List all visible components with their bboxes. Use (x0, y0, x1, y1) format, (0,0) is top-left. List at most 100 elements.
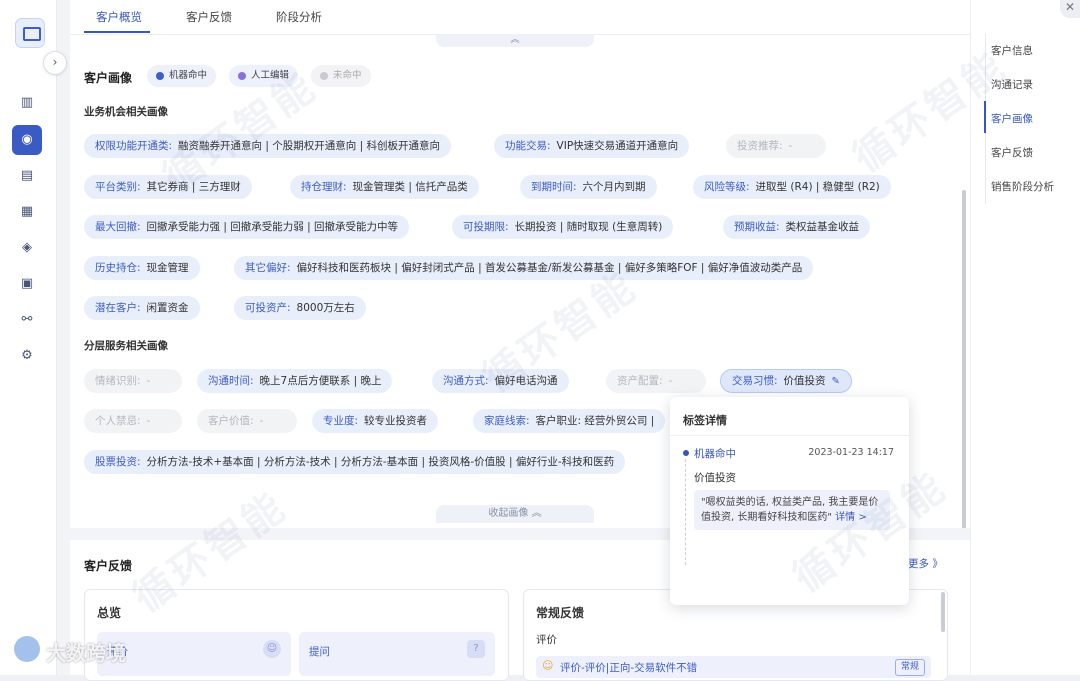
overview-review[interactable]: 评价 ☺ (97, 632, 291, 676)
tag-contact-method[interactable]: 沟通方式: 偏好电话沟通 (432, 369, 569, 393)
tag-stock-investment[interactable]: 股票投资: 分析方法-技术+基本面 | 分析方法-技术 | 分析方法-基本面 | … (84, 450, 626, 474)
question-icon: ? (467, 640, 485, 658)
anchor-customer-info[interactable]: 客户信息 (991, 43, 1033, 58)
layers-icon[interactable]: ◈ (12, 233, 42, 263)
anchor-portrait[interactable]: 客户画像 (991, 111, 1033, 126)
tag-value: 回撤承受能力强 | 回撤承受能力弱 | 回撤承受能力中等 (146, 221, 398, 233)
app-window: › ▥ ◉ ▤ ▦ ◈ ▣ ⚯ ⚙ 客户概览 客户反馈 阶段分析 ︽ 客户画像 … (0, 0, 1080, 681)
detail-link[interactable]: 详情 > (835, 512, 867, 523)
tag-expected-return[interactable]: 预期收益: 类权益基金收益 (723, 215, 871, 239)
tag-investment-recommendation[interactable]: 投资推荐: - (726, 134, 826, 158)
legend-manual: 人工编辑 (229, 65, 299, 87)
watermark-logo-icon (14, 636, 40, 662)
tag-family-clue[interactable]: 家庭线索: 客户职业: 经营外贸公司 | (473, 409, 666, 433)
tag-key: 个人禁忌: (95, 415, 141, 427)
regular-badge: 常规 (894, 659, 925, 676)
tag-key: 情绪识别: (95, 375, 141, 387)
legend-machine: 机器命中 (147, 65, 217, 87)
tag-asset-allocation[interactable]: 资产配置: - (606, 369, 706, 393)
tag-value: 晚上7点后方便联系 | 晚上 (259, 375, 382, 387)
tab-overview[interactable]: 客户概览 (96, 9, 142, 25)
tag-function-trade[interactable]: 功能交易: VIP快速交易通道开通意向 (494, 134, 690, 158)
tag-key: 沟通时间: (208, 375, 254, 387)
app-logo-icon[interactable] (15, 18, 45, 48)
tag-permission[interactable]: 权限功能开通类: 融资融券开通意向 | 个股期权开通意向 | 科创板开通意向 (84, 134, 451, 158)
tab-stage-analysis[interactable]: 阶段分析 (276, 9, 322, 25)
regular-feedback-text: 评价-评价|正向-交易软件不错 (560, 662, 698, 674)
flow-icon[interactable]: ⚯ (12, 305, 42, 335)
tag-contact-time[interactable]: 沟通时间: 晚上7点后方便联系 | 晚上 (197, 369, 393, 393)
popover-divider (670, 435, 909, 436)
tag-expiry[interactable]: 到期时间: 六个月内到期 (520, 175, 657, 199)
tag-key: 专业度: (323, 415, 359, 427)
edit-pencil-icon[interactable]: ✎ (832, 376, 840, 387)
tag-value: - (259, 415, 264, 427)
tag-platform[interactable]: 平台类别: 其它券商 | 三方理财 (84, 175, 252, 199)
tag-value: 融资融券开通意向 | 个股期权开通意向 | 科创板开通意向 (178, 140, 440, 152)
collapse-portrait-button[interactable]: 收起画像 ︽ (436, 505, 594, 523)
tag-professionalism[interactable]: 专业度: 较专业投资者 (312, 409, 439, 433)
overview-card: 总览 评价 ☺ 提问 ? (84, 589, 509, 681)
overview-question-label: 提问 (309, 646, 330, 658)
tag-detail-popover: 标签详情 机器命中 2023-01-23 14:17 价值投资 "嗯权益类的话,… (670, 397, 909, 605)
tag-key: 预期收益: (734, 221, 780, 233)
user-icon[interactable]: ◉ (12, 125, 42, 155)
tag-value: 现金管理 (146, 262, 189, 274)
tag-key: 最大回撤: (95, 221, 141, 233)
document-search-icon[interactable]: ▤ (12, 161, 42, 191)
tag-value: 较专业投资者 (364, 415, 428, 427)
tag-personal-taboo[interactable]: 个人禁忌: - (84, 409, 182, 433)
tag-value: VIP快速交易通道开通意向 (556, 140, 679, 152)
tag-customer-value[interactable]: 客户价值: - (197, 409, 297, 433)
timeline-line (685, 459, 686, 565)
tag-key: 历史持仓: (95, 262, 141, 274)
tag-history-holdings[interactable]: 历史持仓: 现金管理 (84, 256, 200, 280)
right-anchor-nav: 客户信息 沟通记录 客户画像 客户反馈 销售阶段分析 (970, 0, 1080, 675)
tab-bar: 客户概览 客户反馈 阶段分析 (70, 0, 970, 35)
anchor-communication[interactable]: 沟通记录 (991, 77, 1033, 92)
expand-up-button[interactable]: ︽ (436, 34, 594, 47)
report-icon[interactable]: ▣ (12, 269, 42, 299)
gear-icon[interactable]: ⚙ (12, 341, 42, 371)
tag-emotion[interactable]: 情绪识别: - (84, 369, 182, 393)
tag-key: 资产配置: (617, 375, 663, 387)
tag-other-preferences[interactable]: 其它偏好: 偏好科技和医药板块 | 偏好封闭式产品 | 首发公募基金/新发公募基金… (234, 256, 814, 280)
anchor-sales-stage[interactable]: 销售阶段分析 (991, 179, 1054, 194)
legend-miss: 未命中 (311, 65, 371, 87)
overview-question[interactable]: 提问 ? (299, 632, 495, 676)
chart-icon[interactable]: ▥ (12, 88, 42, 118)
tab-feedback[interactable]: 客户反馈 (186, 9, 232, 25)
anchor-feedback[interactable]: 客户反馈 (991, 145, 1033, 160)
tag-key: 功能交易: (505, 140, 551, 152)
close-icon[interactable]: ✕ (1060, 0, 1080, 18)
tag-potential-customer[interactable]: 潜在客户: 闲置资金 (84, 296, 200, 320)
legend-label: 机器命中 (169, 70, 208, 81)
scrollbar[interactable] (962, 190, 966, 530)
tag-key: 持仓理财: (301, 181, 347, 193)
tag-trading-habit[interactable]: 交易习惯: 价值投资 ✎ (720, 369, 852, 393)
tag-max-drawdown[interactable]: 最大回撤: 回撤承受能力强 | 回撤承受能力弱 | 回撤承受能力中等 (84, 215, 409, 239)
tag-value: 闲置资金 (146, 302, 189, 314)
legend-label: 未命中 (333, 70, 362, 81)
tag-value: 偏好电话沟通 (494, 375, 558, 387)
legend-dot-icon (238, 72, 246, 80)
tag-holdings[interactable]: 持仓理财: 现金管理类 | 信托产品类 (290, 175, 479, 199)
anchor-active-indicator (984, 101, 986, 133)
tag-value: 长期投资 | 随时取现 (生意周转) (514, 221, 663, 233)
business-section-title: 业务机会相关画像 (84, 106, 168, 118)
card-scrollbar[interactable] (941, 592, 945, 632)
tag-key: 到期时间: (531, 181, 577, 193)
popover-title: 标签详情 (683, 414, 727, 427)
tag-investable-assets[interactable]: 可投资产: 8000万左右 (234, 296, 366, 320)
calendar-icon[interactable]: ▦ (12, 197, 42, 227)
tag-key: 其它偏好: (245, 262, 291, 274)
regular-feedback-title: 常规反馈 (536, 606, 585, 620)
more-link[interactable]: 更多 》 (908, 556, 943, 571)
tag-value: 8000万左右 (296, 302, 355, 314)
tag-risk-level[interactable]: 风险等级: 进取型 (R4) | 稳健型 (R2) (693, 175, 891, 199)
expand-sidebar-button[interactable]: › (43, 51, 67, 75)
tag-key: 权限功能开通类: (95, 140, 173, 152)
legend-label: 人工编辑 (251, 70, 290, 81)
tag-value: - (146, 415, 151, 427)
tag-investment-term[interactable]: 可投期限: 长期投资 | 随时取现 (生意周转) (452, 215, 674, 239)
